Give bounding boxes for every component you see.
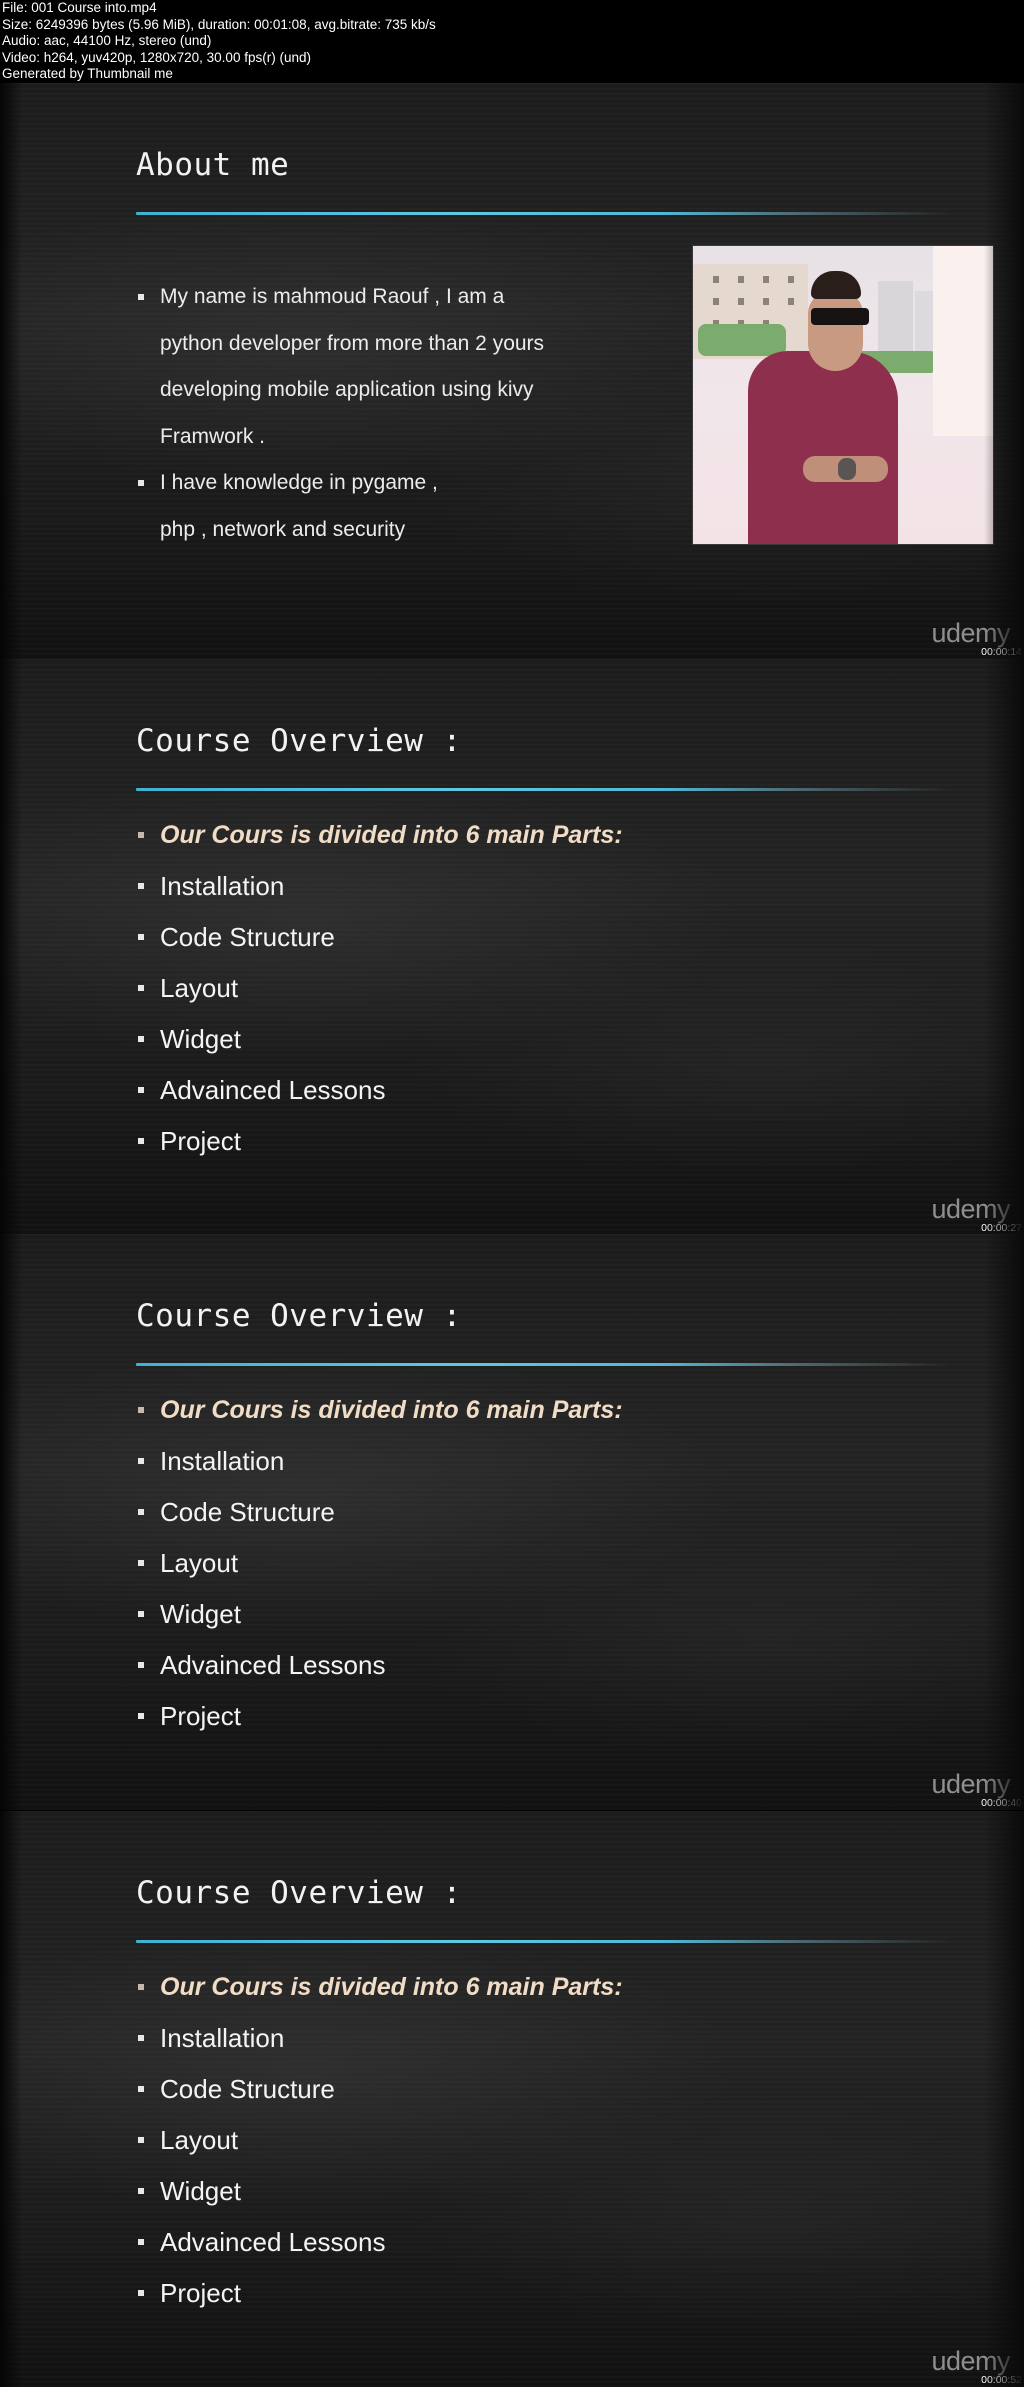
slide-title: About me	[136, 147, 290, 183]
course-parts-list: Our Cours is divided into 6 main Parts: …	[134, 1391, 623, 1748]
list-item: Installation	[134, 2019, 623, 2070]
list-item: Widget	[134, 1020, 623, 1071]
thumbnail-frame-2[interactable]: Course Overview : Our Cours is divided i…	[0, 659, 1024, 1235]
bullet-square-icon	[138, 1611, 144, 1617]
thumbnail-frame-3[interactable]: Course Overview : Our Cours is divided i…	[0, 1234, 1024, 1810]
bullet-square-icon	[138, 2188, 144, 2194]
udemy-logo: udemy	[931, 1769, 1010, 1799]
list-item: I have knowledge in pygame ,	[134, 464, 544, 511]
bullet-square-icon	[138, 1036, 144, 1042]
list-item-continuation: Framwork .	[160, 424, 265, 448]
bullet-square-icon	[138, 1138, 144, 1144]
course-parts-list: Our Cours is divided into 6 main Parts: …	[134, 816, 623, 1173]
bullet-square-icon	[138, 2035, 144, 2041]
bullet-square-icon	[138, 2239, 144, 2245]
bullet-square-icon	[138, 934, 144, 940]
bullet-square-icon	[138, 1087, 144, 1093]
list-item: Installation	[134, 867, 623, 918]
title-divider	[136, 212, 951, 215]
bullet-square-icon	[138, 1407, 144, 1413]
video-info-line: Video: h264, yuv420p, 1280x720, 30.00 fp…	[2, 49, 311, 65]
list-item: Layout	[134, 1544, 623, 1595]
timestamp: 00:00:52	[981, 2374, 1022, 2386]
timestamp: 00:00:27	[981, 1222, 1022, 1234]
bullet-square-icon	[138, 832, 144, 838]
title-divider	[136, 1940, 951, 1943]
bullet-square-icon	[138, 1662, 144, 1668]
list-item: Code Structure	[134, 1493, 623, 1544]
bullet-square-icon	[138, 2086, 144, 2092]
slide-title: Course Overview :	[136, 1298, 462, 1334]
list-item: Advainced Lessons	[134, 1071, 623, 1122]
timestamp: 00:00:40	[981, 1797, 1022, 1809]
thumbnail-frame-1[interactable]: About me My name is mahmoud Raouf , I am…	[0, 83, 1024, 659]
bullet-square-icon	[138, 2137, 144, 2143]
timestamp: 00:00:14	[981, 646, 1022, 658]
list-item: Widget	[134, 1595, 623, 1646]
bullet-square-icon	[138, 2290, 144, 2296]
bullet-square-icon	[138, 883, 144, 889]
list-item-continuation: php , network and security	[160, 517, 406, 541]
bullet-square-icon	[138, 294, 144, 300]
title-divider	[136, 788, 951, 791]
list-item: Advainced Lessons	[134, 1646, 623, 1697]
profile-photo	[692, 245, 994, 545]
bullet-square-icon	[138, 1713, 144, 1719]
list-item: Project	[134, 1697, 623, 1748]
list-heading: Our Cours is divided into 6 main Parts:	[134, 1968, 623, 2019]
about-bullet-list: My name is mahmoud Raouf , I am a python…	[134, 278, 544, 557]
thumbnail-frame-4[interactable]: Course Overview : Our Cours is divided i…	[0, 1811, 1024, 2387]
generator-line: Generated by Thumbnail me	[2, 66, 173, 81]
list-item: Installation	[134, 1442, 623, 1493]
list-item: Project	[134, 2274, 623, 2325]
list-item: Widget	[134, 2172, 623, 2223]
bullet-square-icon	[138, 1509, 144, 1515]
list-item: Project	[134, 1122, 623, 1173]
audio-info-line: Audio: aac, 44100 Hz, stereo (und)	[2, 33, 212, 48]
list-heading: Our Cours is divided into 6 main Parts:	[134, 816, 623, 867]
list-item: Advainced Lessons	[134, 2223, 623, 2274]
udemy-logo: udemy	[931, 2346, 1010, 2376]
list-item-continuation: python developer from more than 2 yours	[160, 331, 545, 355]
bullet-square-icon	[138, 985, 144, 991]
bullet-square-icon	[138, 1560, 144, 1566]
bullet-square-icon	[138, 1458, 144, 1464]
slide-title: Course Overview :	[136, 1875, 462, 1911]
list-item: My name is mahmoud Raouf , I am a	[134, 278, 544, 325]
list-item-continuation: developing mobile application using kivy	[160, 378, 534, 401]
udemy-logo: udemy	[931, 618, 1010, 648]
title-divider	[136, 1363, 951, 1366]
list-item: Layout	[134, 969, 623, 1020]
file-size-line: Size: 6249396 bytes (5.96 MiB), duration…	[2, 16, 436, 32]
video-info-header: File: 001 Course into.mp4 Size: 6249396 …	[0, 0, 1024, 83]
list-heading: Our Cours is divided into 6 main Parts:	[134, 1391, 623, 1442]
udemy-logo: udemy	[931, 1194, 1010, 1224]
bullet-square-icon	[138, 480, 144, 486]
course-parts-list: Our Cours is divided into 6 main Parts: …	[134, 1968, 623, 2325]
slide-title: Course Overview :	[136, 723, 462, 759]
list-item: Code Structure	[134, 918, 623, 969]
bullet-square-icon	[138, 1984, 144, 1990]
list-item: Layout	[134, 2121, 623, 2172]
list-item: Code Structure	[134, 2070, 623, 2121]
file-name-line: File: 001 Course into.mp4	[2, 0, 157, 15]
